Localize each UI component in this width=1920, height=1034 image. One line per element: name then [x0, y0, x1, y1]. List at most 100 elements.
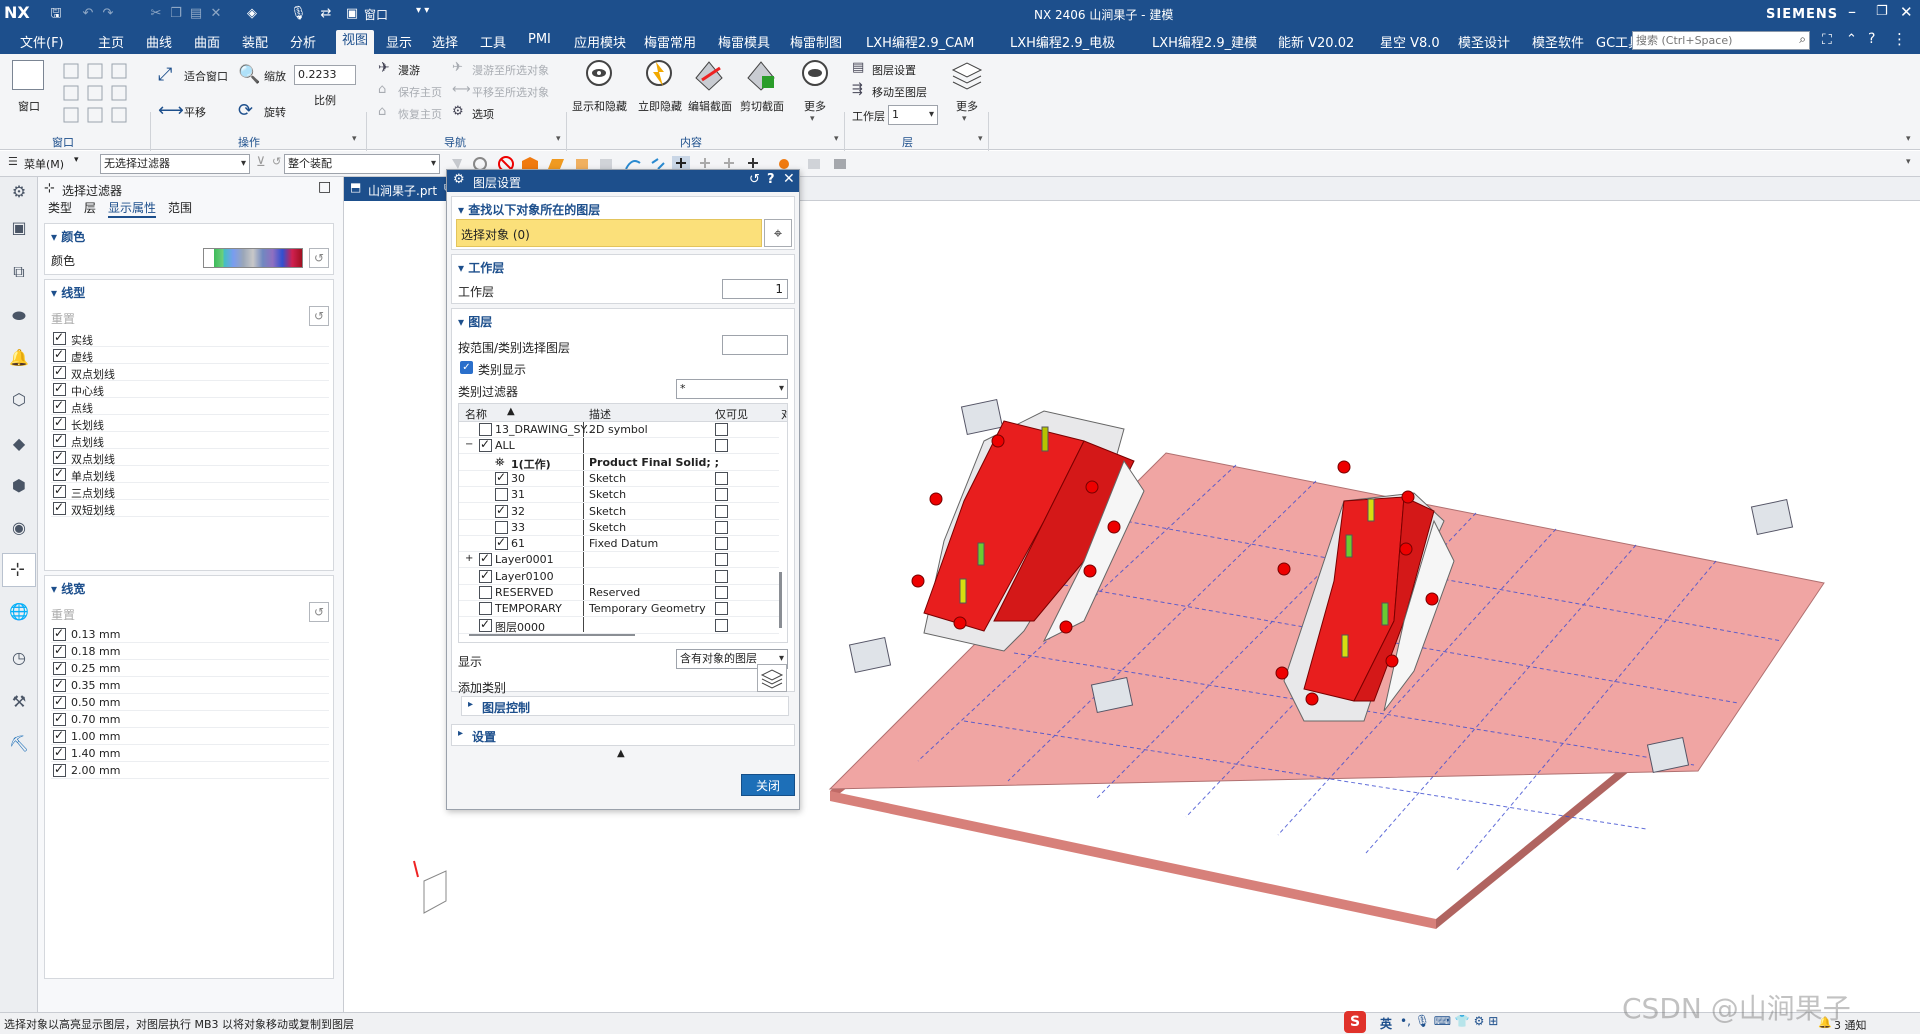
edit-section-label[interactable]: 编辑截面: [688, 98, 732, 114]
more-layer-icon[interactable]: [950, 58, 984, 95]
menu-item[interactable]: 梅雷制图: [790, 32, 842, 51]
table-row[interactable]: Layer0100: [459, 568, 779, 585]
list-item-checkbox[interactable]: [53, 500, 66, 515]
list-item-checkbox[interactable]: [53, 398, 66, 413]
clip-section-icon[interactable]: [744, 58, 778, 95]
menu-item[interactable]: 曲面: [194, 32, 220, 51]
table-row[interactable]: 61 Fixed Datum: [459, 535, 779, 553]
panel-tab[interactable]: 层: [84, 199, 96, 216]
palette-icon[interactable]: ◉: [8, 517, 30, 539]
move-to-layer-label[interactable]: 移动至图层: [872, 84, 927, 100]
roam-to-selected-icon[interactable]: ✈: [452, 60, 463, 75]
table-row[interactable]: + Layer0001: [459, 551, 779, 569]
fit-window-label[interactable]: 适合窗口: [184, 68, 228, 84]
fit-window-icon[interactable]: ⤢: [158, 64, 172, 85]
layer-visible-checkbox[interactable]: [495, 520, 508, 534]
find-layer-header[interactable]: 查找以下对象所在的图层: [458, 201, 600, 218]
show-hide-icon[interactable]: [582, 58, 616, 95]
select-object-row[interactable]: 选择对象 (0): [456, 219, 762, 247]
close-button[interactable]: 关闭: [741, 774, 795, 796]
layer-visible-checkbox[interactable]: [479, 617, 492, 632]
collapse-dialog-icon[interactable]: ▲: [617, 748, 625, 759]
delete-icon[interactable]: ✕: [208, 6, 224, 22]
filter-icon[interactable]: ⊻: [256, 155, 266, 170]
edit-section-icon[interactable]: [692, 58, 726, 95]
zoom-icon[interactable]: 🔍: [238, 64, 260, 85]
layer-visible-checkbox[interactable]: [479, 568, 492, 583]
category-display-checkbox[interactable]: ✓: [460, 361, 473, 374]
more-content-chevron-icon[interactable]: ▾: [810, 114, 815, 124]
visible-only-checkbox[interactable]: [715, 504, 728, 518]
color-swatch[interactable]: [203, 248, 303, 268]
list-item-checkbox[interactable]: [53, 483, 66, 498]
nav-options-icon[interactable]: ⚙: [452, 104, 464, 119]
menu-item[interactable]: 主页: [98, 32, 124, 51]
clip-section-label[interactable]: 剪切截面: [740, 98, 784, 114]
linetype-section-header[interactable]: 线型: [51, 284, 85, 301]
list-item[interactable]: 实线: [51, 330, 329, 347]
instant-hide-icon[interactable]: [642, 58, 676, 95]
window-menu-chevron-icon[interactable]: ▾ ▾: [416, 5, 429, 16]
graphics-window[interactable]: ⬒ 山涧果子.prt ⧉ ✕: [344, 169, 1920, 1012]
part-navigator-icon[interactable]: ▣: [8, 217, 30, 239]
list-item[interactable]: 双点划线: [51, 449, 329, 466]
table-vscroll-thumb[interactable]: [779, 572, 782, 628]
menu-item[interactable]: 梅雷模具: [718, 32, 770, 51]
menu-item[interactable]: 曲线: [146, 32, 172, 51]
list-item[interactable]: 0.13 mm: [51, 626, 329, 643]
layer-visible-checkbox[interactable]: [479, 423, 492, 436]
panel-tab[interactable]: 显示属性: [108, 199, 157, 218]
sort-ascending-icon[interactable]: ▲: [507, 406, 515, 417]
add-category-button[interactable]: [757, 664, 787, 692]
list-item-checkbox[interactable]: [53, 347, 66, 362]
settings-section[interactable]: ▸ 设置: [451, 724, 795, 746]
restore-home-label[interactable]: 恢复主页: [398, 106, 442, 122]
help-icon[interactable]: ?: [1868, 31, 1875, 47]
color-reset-icon[interactable]: ↺: [309, 248, 329, 268]
layer-visible-checkbox[interactable]: [495, 535, 508, 551]
list-item-checkbox[interactable]: [53, 364, 66, 379]
list-item-checkbox[interactable]: [53, 677, 66, 692]
col-visible-only[interactable]: 仅可见: [715, 406, 748, 422]
roam-label[interactable]: 漫游: [398, 62, 420, 78]
pan-to-selected-label[interactable]: 平移至所选对象: [472, 84, 549, 100]
layer-visible-checkbox[interactable]: [479, 551, 492, 567]
layer-settings-icon[interactable]: ▤: [852, 60, 864, 75]
ime-language[interactable]: 英: [1380, 1015, 1392, 1032]
list-item[interactable]: 长划线: [51, 415, 329, 432]
list-item[interactable]: 0.70 mm: [51, 711, 329, 728]
list-item-checkbox[interactable]: [53, 381, 66, 396]
role-icon[interactable]: ⛏: [8, 733, 30, 755]
list-item-checkbox[interactable]: [53, 694, 66, 709]
visible-only-checkbox[interactable]: [715, 586, 728, 599]
content-expand-icon[interactable]: ▾: [834, 134, 839, 144]
visible-only-checkbox[interactable]: [715, 520, 728, 534]
redo-icon[interactable]: ↷: [100, 6, 116, 22]
command-finder-icon[interactable]: ⇄: [318, 6, 334, 22]
layer-visible-checkbox[interactable]: [479, 437, 492, 453]
settings-icon[interactable]: ⚙: [8, 181, 30, 203]
web-browser-icon[interactable]: ⬢: [8, 475, 30, 497]
command-search-input[interactable]: [1633, 32, 1783, 49]
nav-expand-icon[interactable]: ▾: [556, 134, 561, 144]
list-item[interactable]: 2.00 mm: [51, 762, 329, 779]
list-item[interactable]: 点划线: [51, 432, 329, 449]
menu-item[interactable]: LXH编程2.9_建模: [1152, 32, 1257, 51]
search-icon[interactable]: ⌕: [1799, 32, 1806, 47]
visible-only-checkbox[interactable]: [715, 602, 728, 616]
col-name[interactable]: 名称: [465, 406, 487, 422]
menu-chevron-icon[interactable]: ▾: [74, 155, 79, 165]
fullscreen-icon[interactable]: ⛶: [1822, 32, 1832, 48]
menu-item[interactable]: PMI: [528, 32, 551, 47]
menu-item[interactable]: 工具: [480, 32, 506, 51]
linewidth-reset-icon[interactable]: ↺: [309, 602, 329, 622]
list-item[interactable]: 中心线: [51, 381, 329, 398]
more-content-label[interactable]: 更多: [804, 98, 826, 114]
list-item[interactable]: 点线: [51, 398, 329, 415]
list-item-checkbox[interactable]: [53, 711, 66, 726]
list-item-checkbox[interactable]: [53, 762, 66, 777]
more-layer-label[interactable]: 更多: [956, 98, 978, 114]
work-layer-input[interactable]: 1: [722, 279, 788, 299]
tree-expander-icon[interactable]: +: [465, 553, 473, 564]
layer-settings-label[interactable]: 图层设置: [872, 62, 916, 78]
